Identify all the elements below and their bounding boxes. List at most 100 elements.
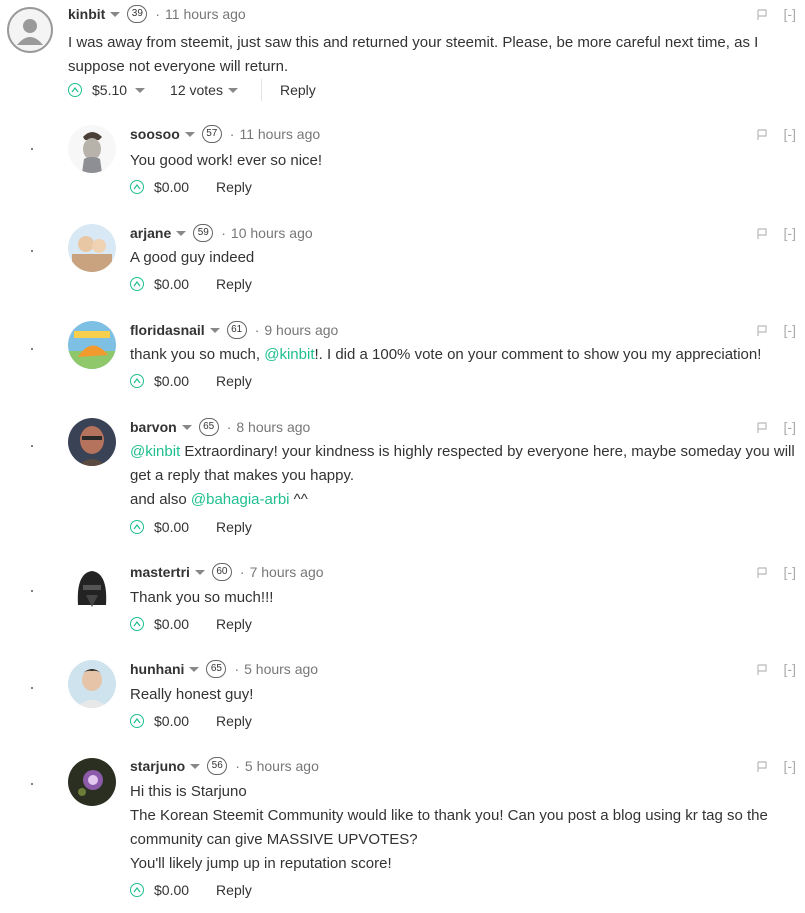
upvote-icon[interactable]: [130, 617, 144, 631]
payout-value[interactable]: $0.00: [154, 616, 189, 632]
author-name[interactable]: starjuno: [130, 758, 185, 774]
upvote-icon[interactable]: [130, 883, 144, 897]
mention-link[interactable]: @kinbit: [130, 443, 180, 460]
flag-icon[interactable]: [756, 664, 768, 676]
author-name[interactable]: floridasnail: [130, 322, 205, 338]
collapse-toggle[interactable]: [-]: [784, 564, 796, 580]
payout-value[interactable]: $0.00: [154, 882, 189, 898]
comment-body: You good work! ever so nice!: [130, 149, 780, 173]
collapse-toggle[interactable]: [-]: [784, 758, 796, 774]
votes-count[interactable]: 12 votes: [170, 82, 223, 98]
reply-button[interactable]: Reply: [216, 373, 252, 389]
caret-down-icon[interactable]: [184, 131, 195, 137]
payout-value[interactable]: $5.10: [92, 82, 127, 98]
upvote-icon[interactable]: [130, 277, 144, 291]
payout-value[interactable]: $0.00: [154, 713, 189, 729]
text-segment: and also: [130, 491, 191, 508]
caret-down-icon[interactable]: [190, 763, 201, 769]
payout-value[interactable]: $0.00: [154, 519, 189, 535]
flag-icon[interactable]: [756, 9, 768, 21]
avatar[interactable]: [68, 321, 116, 369]
timestamp[interactable]: 5 hours ago: [244, 661, 318, 677]
comment-body: A good guy indeed: [130, 246, 780, 270]
author-name[interactable]: kinbit: [68, 6, 105, 22]
caret-down-icon[interactable]: [110, 11, 121, 17]
flag-icon[interactable]: [756, 325, 768, 337]
collapse-toggle[interactable]: [-]: [784, 322, 796, 338]
avatar[interactable]: [68, 660, 116, 708]
mention-link[interactable]: @kinbit: [264, 346, 314, 363]
reply-button[interactable]: Reply: [216, 276, 252, 292]
timestamp[interactable]: 11 hours ago: [239, 126, 320, 142]
timestamp[interactable]: 9 hours ago: [264, 322, 338, 338]
reputation-badge: 56: [207, 757, 228, 775]
flag-icon[interactable]: [756, 129, 768, 141]
timestamp[interactable]: 10 hours ago: [231, 225, 313, 241]
flag-icon[interactable]: [756, 761, 768, 773]
payout-value[interactable]: $0.00: [154, 179, 189, 195]
caret-down-icon[interactable]: [194, 569, 205, 575]
author-name[interactable]: barvon: [130, 419, 177, 435]
reply-button[interactable]: Reply: [216, 179, 252, 195]
reply-button[interactable]: Reply: [216, 713, 252, 729]
timestamp[interactable]: 5 hours ago: [245, 758, 319, 774]
upvote-icon[interactable]: [130, 374, 144, 388]
reply-comment: starjuno 56 · 5 hours ago [-] Hi this is…: [0, 755, 805, 905]
reply-button[interactable]: Reply: [216, 616, 252, 632]
reply-button[interactable]: Reply: [216, 882, 252, 898]
upvote-icon[interactable]: [130, 714, 144, 728]
divider: [260, 79, 262, 101]
avatar[interactable]: [68, 125, 116, 173]
comment-footer: $0.00 Reply: [130, 613, 252, 635]
flag-icon[interactable]: [756, 422, 768, 434]
collapse-toggle[interactable]: [-]: [784, 6, 796, 22]
reply-button[interactable]: Reply: [216, 519, 252, 535]
timestamp[interactable]: 7 hours ago: [250, 564, 324, 580]
separator-dot: ·: [155, 6, 161, 22]
timestamp[interactable]: 11 hours ago: [165, 6, 246, 22]
separator-dot: ·: [235, 758, 240, 774]
caret-down-icon[interactable]: [227, 87, 238, 93]
flag-icon[interactable]: [756, 567, 768, 579]
comment-line: Thank you so much!!!: [130, 589, 274, 606]
payout-value[interactable]: $0.00: [154, 373, 189, 389]
author-name[interactable]: hunhani: [130, 661, 184, 677]
author-name[interactable]: arjane: [130, 225, 171, 241]
avatar[interactable]: [68, 224, 116, 272]
avatar[interactable]: [68, 565, 116, 613]
upvote-icon[interactable]: [130, 520, 144, 534]
caret-down-icon[interactable]: [135, 87, 146, 93]
separator-dot: ·: [254, 322, 260, 338]
collapse-toggle[interactable]: [-]: [784, 661, 796, 677]
collapse-toggle[interactable]: [-]: [784, 126, 796, 142]
comment-line: A good guy indeed: [130, 249, 255, 266]
default-avatar-icon[interactable]: [7, 7, 53, 53]
caret-down-icon[interactable]: [209, 327, 220, 333]
thread-bullet: [31, 445, 33, 447]
mention-link[interactable]: @bahagia-arbi: [191, 491, 290, 508]
collapse-toggle[interactable]: [-]: [784, 225, 796, 241]
comment-header: barvon 65 · 8 hours ago: [130, 417, 310, 437]
timestamp[interactable]: 8 hours ago: [236, 419, 310, 435]
avatar[interactable]: [68, 758, 116, 806]
comment-header: soosoo 57 · 11 hours ago: [130, 124, 320, 144]
flag-icon[interactable]: [756, 228, 768, 240]
comment-footer: $5.10 12 votes Reply: [68, 79, 316, 101]
caret-down-icon[interactable]: [176, 230, 187, 236]
comment-footer: $0.00 Reply: [130, 176, 252, 198]
reply-button[interactable]: Reply: [280, 82, 316, 98]
comment-header: starjuno 56 · 5 hours ago: [130, 756, 319, 776]
caret-down-icon[interactable]: [181, 424, 192, 430]
thread-bullet: [31, 783, 33, 785]
collapse-toggle[interactable]: [-]: [784, 419, 796, 435]
avatar[interactable]: [68, 418, 116, 466]
separator-dot: ·: [239, 564, 245, 580]
author-name[interactable]: mastertri: [130, 564, 190, 580]
caret-down-icon[interactable]: [189, 666, 200, 672]
payout-value[interactable]: $0.00: [154, 276, 189, 292]
author-name[interactable]: soosoo: [130, 126, 180, 142]
upvote-icon[interactable]: [130, 180, 144, 194]
upvote-icon[interactable]: [68, 83, 82, 97]
comment-line: You good work! ever so nice!: [130, 152, 323, 169]
comment-header: hunhani 65 · 5 hours ago: [130, 659, 318, 679]
